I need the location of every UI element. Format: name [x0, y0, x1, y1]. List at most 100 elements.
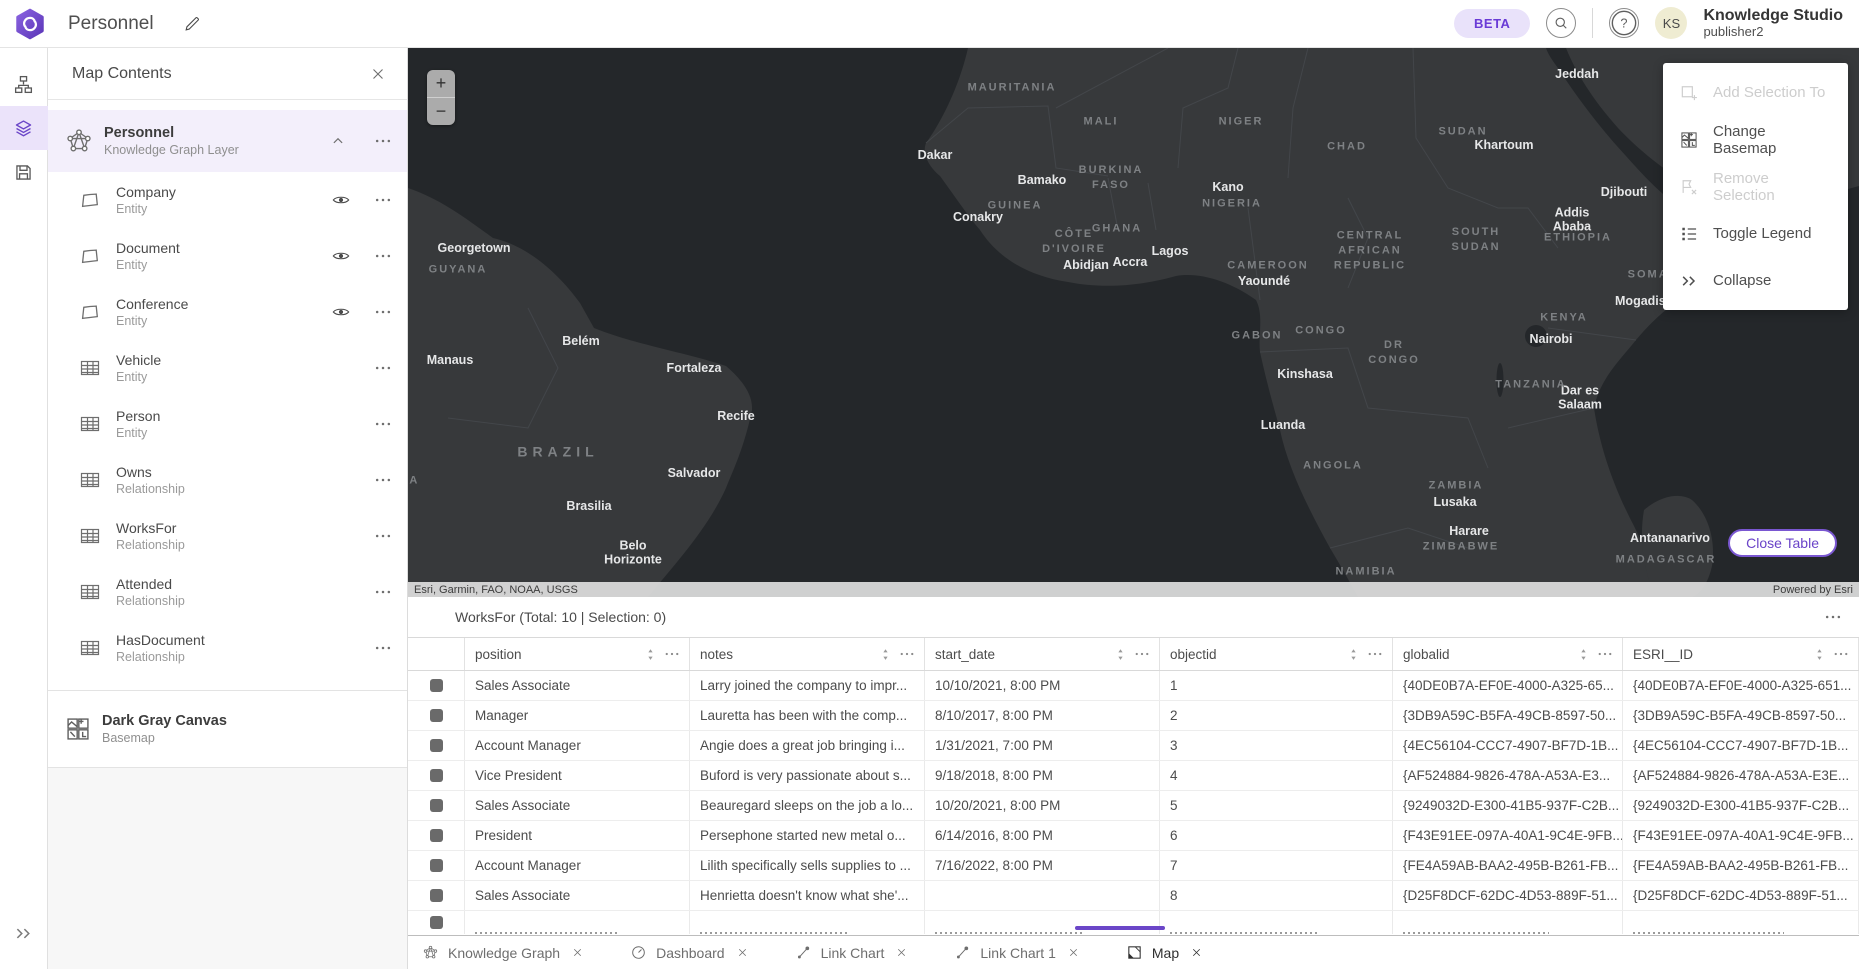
- map-contents-panel: Map Contents Personnel Knowledge Graph L…: [48, 48, 408, 969]
- horizontal-scrollbar-thumb[interactable]: [1075, 926, 1165, 930]
- basemap-item[interactable]: Dark Gray Canvas Basemap: [48, 701, 407, 757]
- column-options-icon[interactable]: [1366, 645, 1384, 663]
- app-logo-icon[interactable]: [14, 8, 46, 40]
- close-tab-icon[interactable]: [571, 946, 584, 959]
- table-row[interactable]: Sales AssociateHenrietta doesn't know wh…: [408, 881, 1859, 911]
- brand-block: Knowledge Studio publisher2: [1703, 7, 1843, 40]
- column-options-icon[interactable]: [1133, 645, 1151, 663]
- edit-title-icon[interactable]: [182, 14, 202, 34]
- collapse-group-icon[interactable]: [329, 132, 347, 150]
- sidebar-item-data-model[interactable]: [0, 62, 48, 106]
- layer-options-icon[interactable]: [373, 302, 393, 322]
- row-checkbox[interactable]: [430, 859, 443, 872]
- layer-item-hasdocument[interactable]: HasDocumentRelationship: [48, 620, 407, 676]
- table-row[interactable]: PresidentPersephone started new metal o.…: [408, 821, 1859, 851]
- column-header-notes: notes: [690, 638, 925, 670]
- close-tab-icon[interactable]: [1067, 946, 1080, 959]
- layer-item-company[interactable]: CompanyEntity: [48, 172, 407, 228]
- attribute-table: WorksFor (Total: 10 | Selection: 0) posi…: [408, 597, 1859, 935]
- layer-options-icon[interactable]: [373, 526, 393, 546]
- row-checkbox[interactable]: [430, 709, 443, 722]
- sort-icon[interactable]: [1345, 646, 1362, 663]
- tab-map[interactable]: Map: [1126, 944, 1203, 961]
- row-select-cell: [408, 701, 465, 730]
- table-row[interactable]: Vice PresidentBuford is very passionate …: [408, 761, 1859, 791]
- layer-item-owns[interactable]: OwnsRelationship: [48, 452, 407, 508]
- layer-item-attended[interactable]: AttendedRelationship: [48, 564, 407, 620]
- table-row[interactable]: [408, 911, 1859, 934]
- column-options-icon[interactable]: [1832, 645, 1850, 663]
- menu-item-remove-selection: Remove Selection: [1663, 163, 1848, 210]
- menu-item-toggle-legend[interactable]: Toggle Legend: [1663, 210, 1848, 257]
- close-tab-icon[interactable]: [895, 946, 908, 959]
- visibility-eye-icon[interactable]: [331, 190, 351, 210]
- cell-globalid: {3DB9A59C-B5FA-49CB-8597-50...: [1393, 701, 1623, 730]
- close-tab-icon[interactable]: [736, 946, 749, 959]
- row-checkbox[interactable]: [430, 799, 443, 812]
- layer-item-person[interactable]: PersonEntity: [48, 396, 407, 452]
- menu-item-change-basemap[interactable]: Change Basemap: [1663, 116, 1848, 163]
- layer-item-document[interactable]: DocumentEntity: [48, 228, 407, 284]
- layer-type: Relationship: [116, 538, 331, 552]
- visibility-eye-icon[interactable]: [331, 302, 351, 322]
- column-header-label: ESRI__ID: [1633, 647, 1811, 662]
- sort-icon[interactable]: [1811, 646, 1828, 663]
- tab-dashboard[interactable]: Dashboard: [630, 944, 749, 961]
- close-table-button[interactable]: Close Table: [1728, 529, 1837, 557]
- column-options-icon[interactable]: [1596, 645, 1614, 663]
- visibility-eye-icon[interactable]: [331, 246, 351, 266]
- layer-group-personnel[interactable]: Personnel Knowledge Graph Layer: [48, 110, 407, 172]
- tab-link-chart[interactable]: Link Chart: [795, 944, 909, 961]
- layer-options-icon[interactable]: [373, 470, 393, 490]
- zoom-in-button[interactable]: +: [427, 70, 455, 97]
- row-checkbox[interactable]: [430, 769, 443, 782]
- layer-options-icon[interactable]: [373, 358, 393, 378]
- layer-item-vehicle[interactable]: VehicleEntity: [48, 340, 407, 396]
- sort-icon[interactable]: [877, 646, 894, 663]
- table-options-icon[interactable]: [1823, 607, 1843, 627]
- row-checkbox[interactable]: [430, 916, 443, 929]
- menu-item-collapse[interactable]: Collapse: [1663, 257, 1848, 304]
- table-row[interactable]: ManagerLauretta has been with the comp..…: [408, 701, 1859, 731]
- layer-options-icon[interactable]: [373, 638, 393, 658]
- sidebar-item-layers[interactable]: [0, 106, 48, 150]
- column-options-icon[interactable]: [663, 645, 681, 663]
- sort-icon[interactable]: [1575, 646, 1592, 663]
- close-panel-icon[interactable]: [369, 65, 387, 83]
- row-checkbox[interactable]: [430, 829, 443, 842]
- layer-options-icon[interactable]: [373, 582, 393, 602]
- table-row[interactable]: Sales AssociateBeauregard sleeps on the …: [408, 791, 1859, 821]
- sidebar-item-save[interactable]: [0, 150, 48, 194]
- close-tab-icon[interactable]: [1190, 946, 1203, 959]
- table-row[interactable]: Sales AssociateLarry joined the company …: [408, 671, 1859, 701]
- row-checkbox[interactable]: [430, 679, 443, 692]
- sort-icon[interactable]: [642, 646, 659, 663]
- layer-options-icon[interactable]: [373, 414, 393, 434]
- layer-type: Relationship: [116, 650, 331, 664]
- beta-badge: BETA: [1454, 9, 1530, 38]
- tab-knowledge-graph[interactable]: Knowledge Graph: [422, 944, 584, 961]
- map-view[interactable]: JeddahKhartoumDakarBamakoKanoDjiboutiCon…: [408, 48, 1859, 597]
- expand-panel-button[interactable]: [0, 911, 48, 955]
- column-options-icon[interactable]: [898, 645, 916, 663]
- sort-icon[interactable]: [1112, 646, 1129, 663]
- avatar[interactable]: KS: [1655, 7, 1687, 39]
- cell-objectid: 4: [1160, 761, 1393, 790]
- cell-notes: Beauregard sleeps on the job a lo...: [690, 791, 925, 820]
- help-icon[interactable]: ?: [1609, 8, 1639, 38]
- table-row[interactable]: Account ManagerLilith specifically sells…: [408, 851, 1859, 881]
- search-icon[interactable]: [1546, 8, 1576, 38]
- row-checkbox[interactable]: [430, 739, 443, 752]
- double-chevron-right-icon: [1679, 271, 1699, 291]
- tab-link-chart-1[interactable]: Link Chart 1: [954, 944, 1079, 961]
- layer-options-icon[interactable]: [373, 246, 393, 266]
- group-options-icon[interactable]: [373, 131, 393, 151]
- layer-options-icon[interactable]: [373, 190, 393, 210]
- table-row[interactable]: Account ManagerAngie does a great job br…: [408, 731, 1859, 761]
- layer-item-conference[interactable]: ConferenceEntity: [48, 284, 407, 340]
- row-checkbox[interactable]: [430, 889, 443, 902]
- layer-item-worksfor[interactable]: WorksForRelationship: [48, 508, 407, 564]
- cell-notes: [690, 911, 925, 934]
- layer-text: VehicleEntity: [116, 352, 331, 384]
- zoom-out-button[interactable]: −: [427, 97, 455, 125]
